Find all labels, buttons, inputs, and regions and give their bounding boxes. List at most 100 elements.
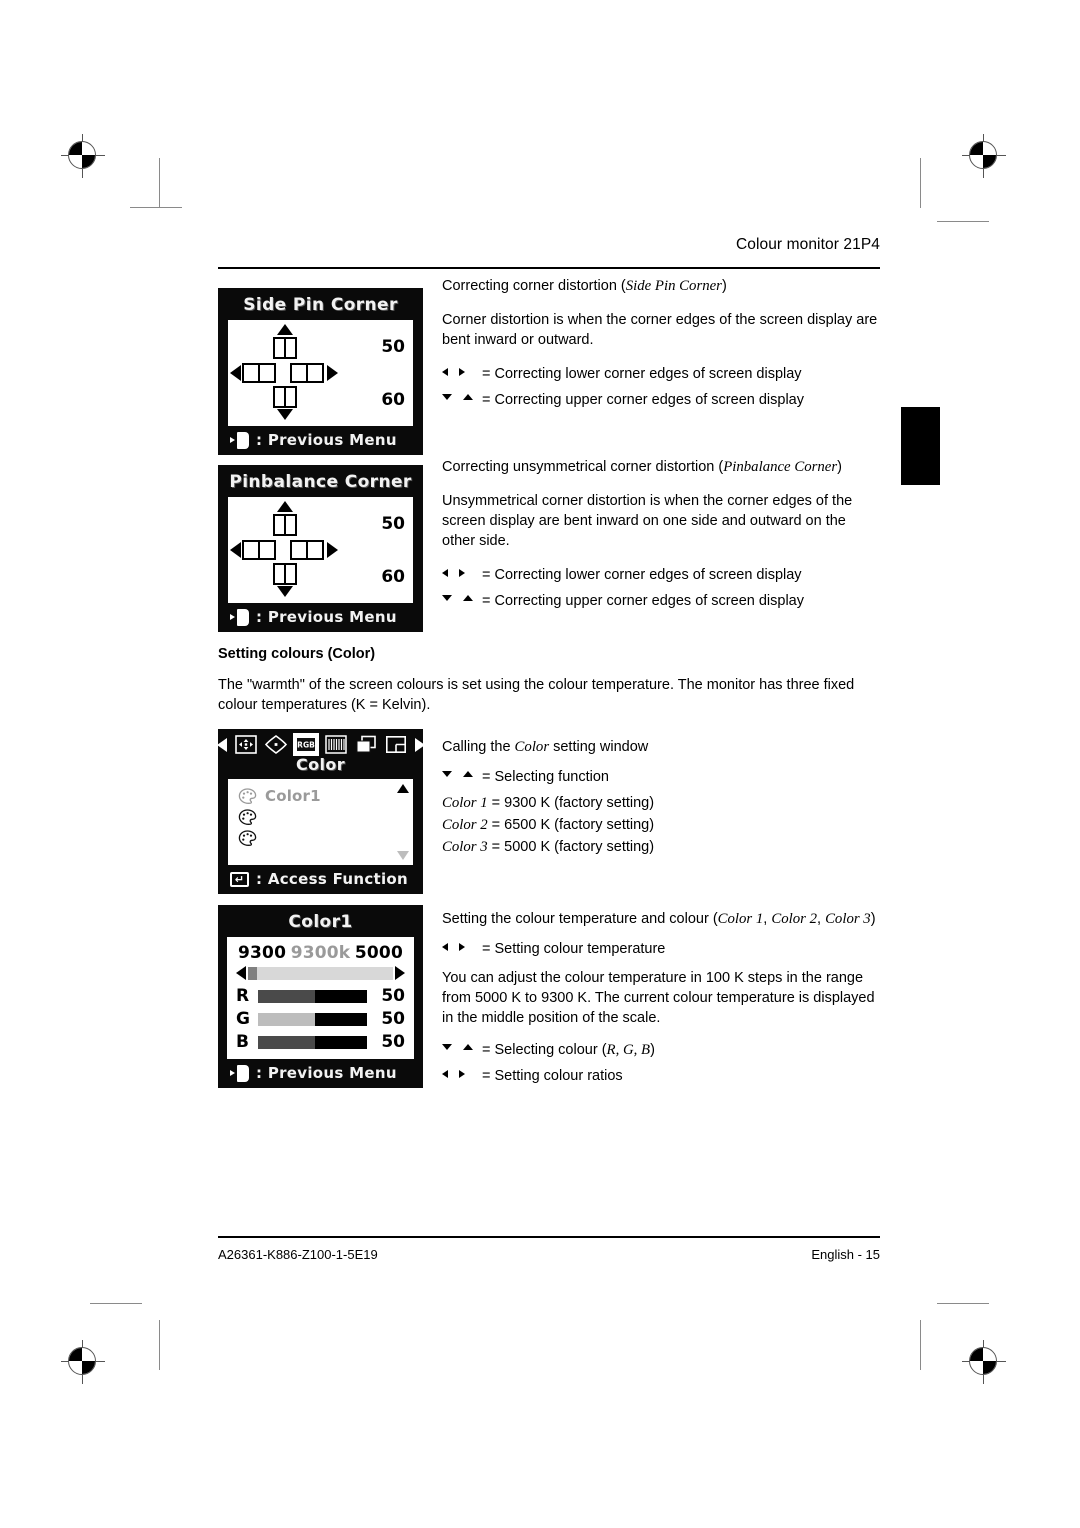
arrow-left-icon[interactable] <box>236 966 246 980</box>
arrow-up-icon <box>463 771 473 777</box>
crop-guide-bottom-left <box>90 1303 142 1304</box>
channel-track-green[interactable] <box>258 1012 367 1026</box>
channel-fill-red <box>258 989 315 1003</box>
color-list-label: Color3 <box>265 829 321 847</box>
side-pin-bullet-upper: = Correcting upper corner edges of scree… <box>442 390 880 410</box>
arrow-right-icon <box>459 569 465 577</box>
color-list-item-color3[interactable]: Color3 <box>238 829 413 847</box>
rgb-icon[interactable]: RGB <box>292 733 319 756</box>
arrow-up-icon <box>463 595 473 601</box>
palette-icon <box>238 809 257 825</box>
bullet-label: = Setting colour temperature <box>482 941 666 957</box>
pin-shape-right <box>290 363 324 383</box>
pinbalance-text: Correcting unsymmetrical corner distorti… <box>442 457 880 611</box>
arrow-down-icon <box>277 586 294 597</box>
color-list-item-color2[interactable]: Color2 <box>238 808 413 826</box>
pinbalance-adjust-diagram <box>228 497 343 603</box>
bullet-label: = Correcting lower corner edges of scree… <box>482 366 802 382</box>
geometry-icon[interactable] <box>264 735 287 754</box>
channel-label-red: R <box>236 986 250 1006</box>
rgb-row-blue[interactable]: B 50 <box>236 1032 405 1052</box>
registration-mark-top-right <box>962 134 1006 178</box>
bullet-setting-ratios: = Setting colour ratios <box>442 1066 880 1086</box>
crop-guide-left-bottom <box>159 1320 160 1370</box>
scrollbar[interactable] <box>397 784 409 860</box>
bullet-label: = Selecting function <box>482 769 609 785</box>
side-pin-heading: Correcting corner distortion (Side Pin C… <box>442 278 727 294</box>
calling-color-window: Calling the Color setting window <box>442 739 649 755</box>
arrow-up-icon <box>463 394 473 400</box>
arrow-right-icon <box>459 943 465 951</box>
crop-guide-right-bottom <box>920 1320 921 1370</box>
temperature-track[interactable] <box>248 966 393 980</box>
previous-menu-icon <box>230 1064 249 1082</box>
pinbalance-heading: Correcting unsymmetrical corner distorti… <box>442 459 842 475</box>
channel-value-blue: 50 <box>381 1032 405 1052</box>
pin-shape-left <box>242 363 276 383</box>
bullet-label: = Setting colour ratios <box>482 1068 623 1084</box>
page-number: English - 15 <box>811 1247 880 1262</box>
arrow-left-icon <box>230 365 241 381</box>
crop-guide-left-top <box>159 158 160 208</box>
color-menu-block: RGB Color Color1 Color2 Color3 ↵: Acces… <box>216 729 880 894</box>
scroll-up-icon[interactable] <box>397 784 409 793</box>
header-title: Colour monitor 21P4 <box>735 236 880 253</box>
arrow-right-icon[interactable] <box>395 966 405 980</box>
position-icon[interactable] <box>234 735 257 754</box>
arrow-up-icon <box>277 501 294 512</box>
temperature-knob[interactable] <box>248 966 257 980</box>
pinbalance-block: Pinbalance Corner 50 60: Previous Menu … <box>218 457 880 632</box>
scroll-down-icon[interactable] <box>397 851 409 860</box>
svg-text:RGB: RGB <box>297 741 315 750</box>
arrow-down-icon <box>442 771 452 777</box>
arrow-right-icon <box>327 365 338 381</box>
temperature-text: Setting the colour temperature and colou… <box>442 905 880 1086</box>
osd-footer-label: : Previous Menu <box>256 1064 397 1082</box>
arrow-left-icon <box>230 542 241 558</box>
preset-color3: Color 3 = 5000 K (factory setting) <box>442 839 655 855</box>
glyph-pair-down-up <box>442 767 482 777</box>
channel-label-green: G <box>236 1009 250 1029</box>
color-list: Color1 Color2 Color3 <box>228 779 413 847</box>
save-icon[interactable] <box>385 735 407 754</box>
arrow-left-icon <box>442 943 448 951</box>
osd-value-lower: 60 <box>381 389 405 410</box>
temp-min-label: 9300 <box>238 943 287 963</box>
glyph-pair-left-right <box>442 1066 482 1078</box>
color-calling-text: Calling the Color setting window = Selec… <box>442 729 880 857</box>
page-footer: A26361-K886-Z100-1-5E19 English - 15 <box>218 1236 880 1262</box>
menu-next-arrow-icon[interactable] <box>414 737 425 752</box>
pinbalance-shape-bottom <box>273 563 298 585</box>
channel-value-green: 50 <box>381 1009 405 1029</box>
header-rule <box>218 267 880 269</box>
channel-track-red[interactable] <box>258 989 367 1003</box>
palette-icon <box>238 788 257 804</box>
color-list-item-color1[interactable]: Color1 <box>238 787 413 805</box>
pinbalance-shape-top <box>273 514 298 536</box>
arrow-down-icon <box>442 595 452 601</box>
moire-icon[interactable] <box>324 735 347 754</box>
osd-footer: : Previous Menu <box>218 603 423 632</box>
pin-shape-bottom <box>273 386 298 408</box>
pin-adjust-diagram <box>228 320 343 426</box>
arrow-right-icon <box>327 542 338 558</box>
osd-stage: 9300 9300k 5000 R 50 G 50 B 50 <box>227 937 414 1059</box>
menu-prev-arrow-icon[interactable] <box>216 737 227 752</box>
bullet-label: = Correcting lower corner edges of scree… <box>482 567 802 583</box>
pinbalance-body: Unsymmetrical corner distortion is when … <box>442 493 853 549</box>
bullet-label: = Correcting upper corner edges of scree… <box>482 593 804 609</box>
rgb-row-green[interactable]: G 50 <box>236 1009 405 1029</box>
glyph-pair-down-up <box>442 390 482 400</box>
rgb-row-red[interactable]: R 50 <box>236 986 405 1006</box>
previous-menu-icon <box>230 608 249 626</box>
temperature-slider[interactable] <box>236 966 405 980</box>
osd-stage: Color1 Color2 Color3 <box>228 779 413 865</box>
arrow-down-icon <box>442 1044 452 1050</box>
osd-position-icon[interactable] <box>355 735 377 754</box>
osd-color1: Color1 9300 9300k 5000 R 50 G 50 B 50: … <box>218 905 423 1088</box>
osd-title: Side Pin Corner <box>243 295 398 315</box>
crop-guide-top-left <box>130 207 182 208</box>
arrow-right-icon <box>459 368 465 376</box>
palette-icon <box>238 830 257 846</box>
channel-track-blue[interactable] <box>258 1035 367 1049</box>
